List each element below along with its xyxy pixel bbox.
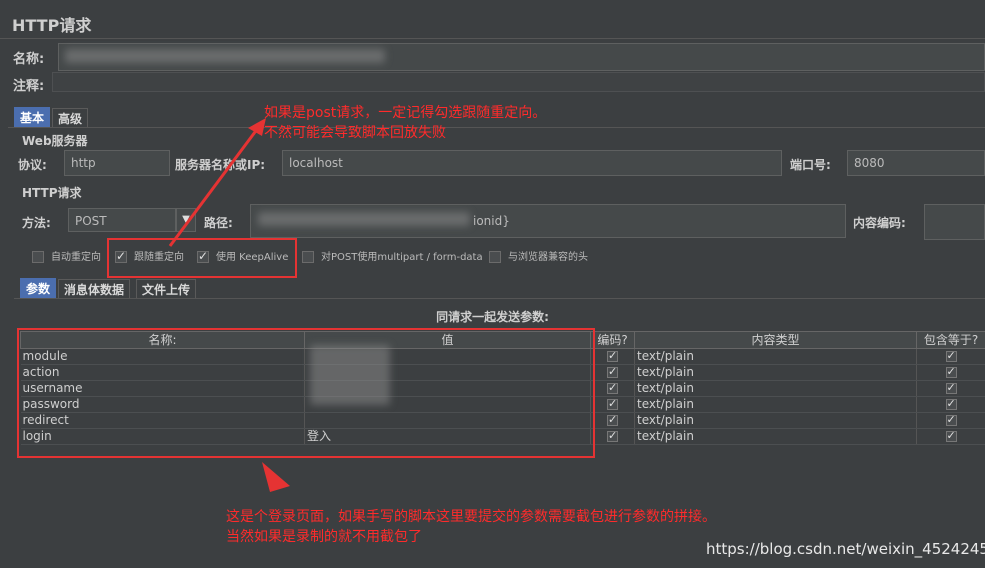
annotation-bottom-line1: 这是个登录页面，如果手写的脚本这里要提交的参数需要截包进行参数的拼接。 xyxy=(226,509,716,525)
annotation-bottom-line2: 当然如果是录制的就不用截包了 xyxy=(226,529,422,545)
annotation-top-line2: 不然可能会导致脚本回放失败 xyxy=(264,125,446,141)
annotation-top-line1: 如果是post请求，一定记得勾选跟随重定向。 xyxy=(264,105,547,121)
arrow-up-line xyxy=(168,127,260,247)
watermark: https://blog.csdn.net/weixin_45242451 xyxy=(706,540,985,558)
arrow-down-head xyxy=(262,462,290,492)
annotation-arrows xyxy=(168,118,290,492)
